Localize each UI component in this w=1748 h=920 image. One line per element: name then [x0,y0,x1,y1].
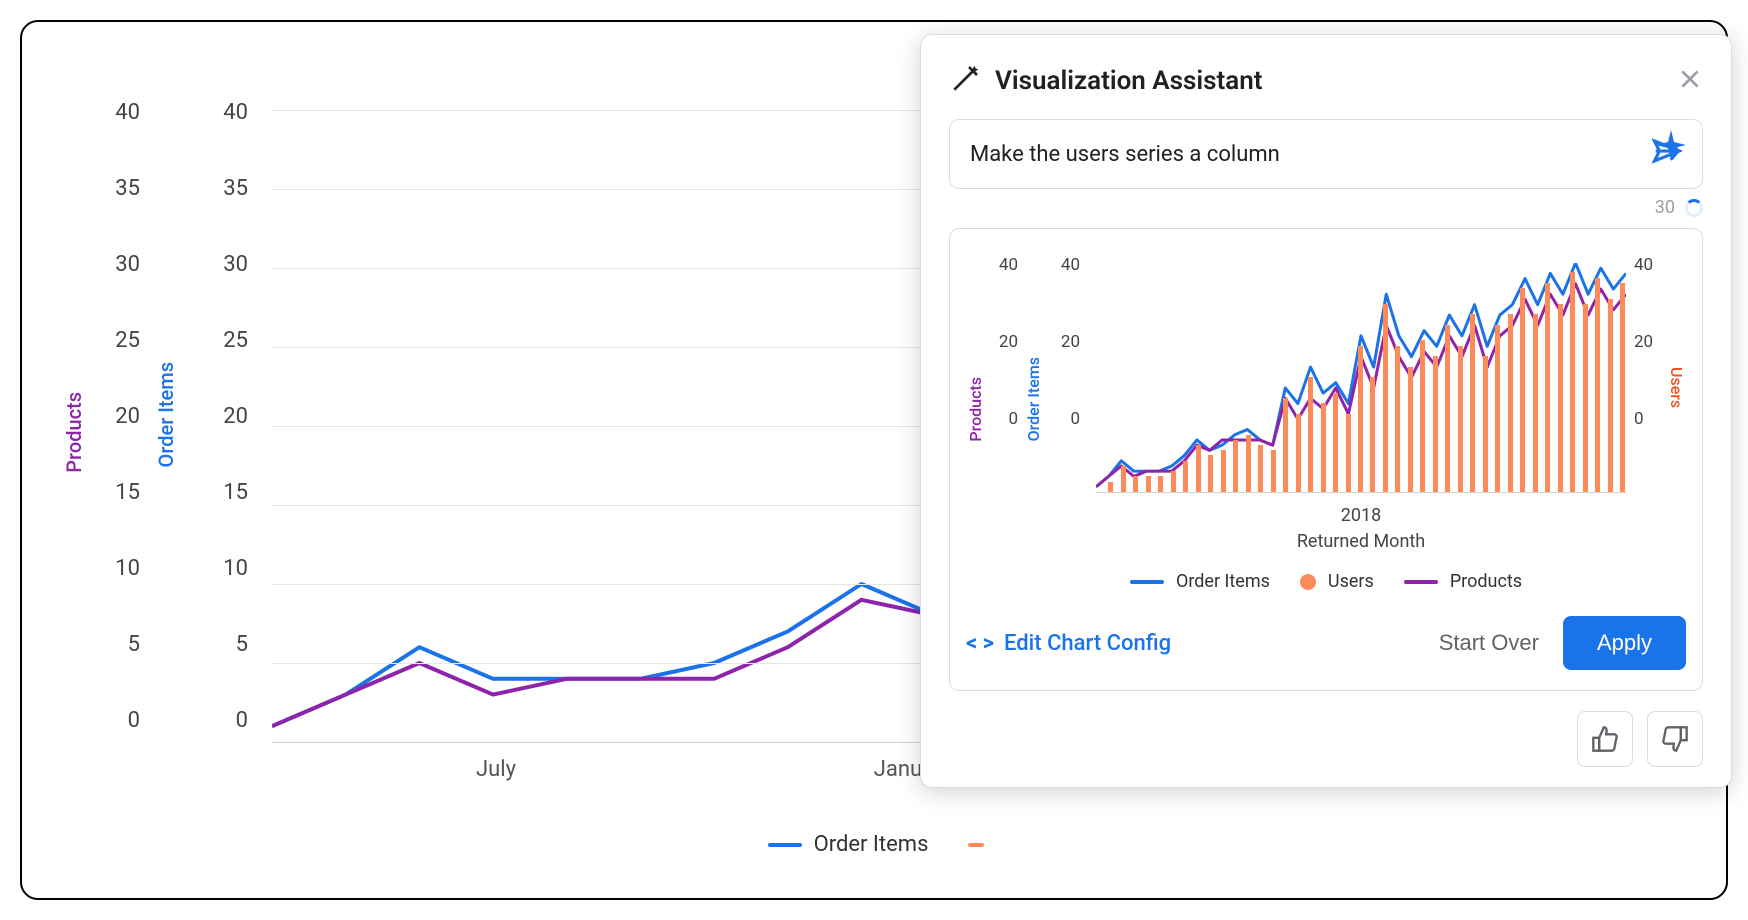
axis-label-products: Products [62,392,86,473]
legend-line-icon [1130,580,1164,584]
legend-order-items[interactable]: Order Items [768,832,929,857]
legend-line-icon [768,843,802,847]
prompt-input[interactable]: Make the users series a column [949,119,1703,189]
visualization-assistant-panel: Visualization Assistant Make the users s… [920,34,1732,788]
action-row: < > Edit Chart Config Start Over Apply [966,616,1686,670]
start-over-button[interactable]: Start Over [1425,620,1553,666]
mini-legend-products[interactable]: Products [1404,571,1522,592]
mini-chart: Products Order Items Users 40 20 0 40 20… [966,247,1686,547]
edit-chart-config-link[interactable]: < > Edit Chart Config [966,631,1171,656]
panel-title: Visualization Assistant [995,66,1663,96]
mini-x-year: 2018 [1096,505,1626,526]
mini-plot-area [1096,263,1626,493]
mini-axis-order-items: Order Items [1024,357,1043,441]
apply-button[interactable]: Apply [1563,616,1686,670]
send-icon[interactable] [1652,136,1682,172]
panel-header: Visualization Assistant [949,63,1703,99]
main-legend: Order Items [62,832,1690,857]
mini-yticks-products: 40 20 0 [982,257,1018,488]
mini-yticks-users: 40 20 0 [1634,257,1670,488]
y-ticks-order-items: 40 35 30 25 20 15 10 5 0 [198,102,248,786]
spinner-icon [1685,199,1703,217]
y-ticks-products: 40 35 30 25 20 15 10 5 0 [90,102,140,786]
preview-card: Products Order Items Users 40 20 0 40 20… [949,228,1703,691]
legend-more[interactable] [968,832,984,857]
mini-yticks-order-items: 40 20 0 [1044,257,1080,488]
mini-legend-order-items[interactable]: Order Items [1130,571,1270,592]
thumbs-down-button[interactable] [1647,711,1703,767]
counter-value: 30 [1655,197,1675,218]
app-canvas: Products Order Items 40 35 30 25 20 15 1… [20,20,1728,900]
code-icon: < > [966,631,994,656]
prompt-text: Make the users series a column [970,142,1640,167]
legend-line-icon [1404,580,1438,584]
legend-dot-icon [1300,574,1316,590]
wand-icon [949,63,981,99]
thumbs-up-button[interactable] [1577,711,1633,767]
feedback-row [949,711,1703,767]
axis-label-order-items: Order Items [154,362,178,467]
legend-dash-icon [968,843,984,847]
mini-legend-users[interactable]: Users [1300,571,1374,592]
mini-x-title: Returned Month [1096,531,1626,552]
counter-row: 30 [949,197,1703,218]
mini-legend: Order Items Users Products [966,571,1686,592]
close-button[interactable] [1677,66,1703,96]
